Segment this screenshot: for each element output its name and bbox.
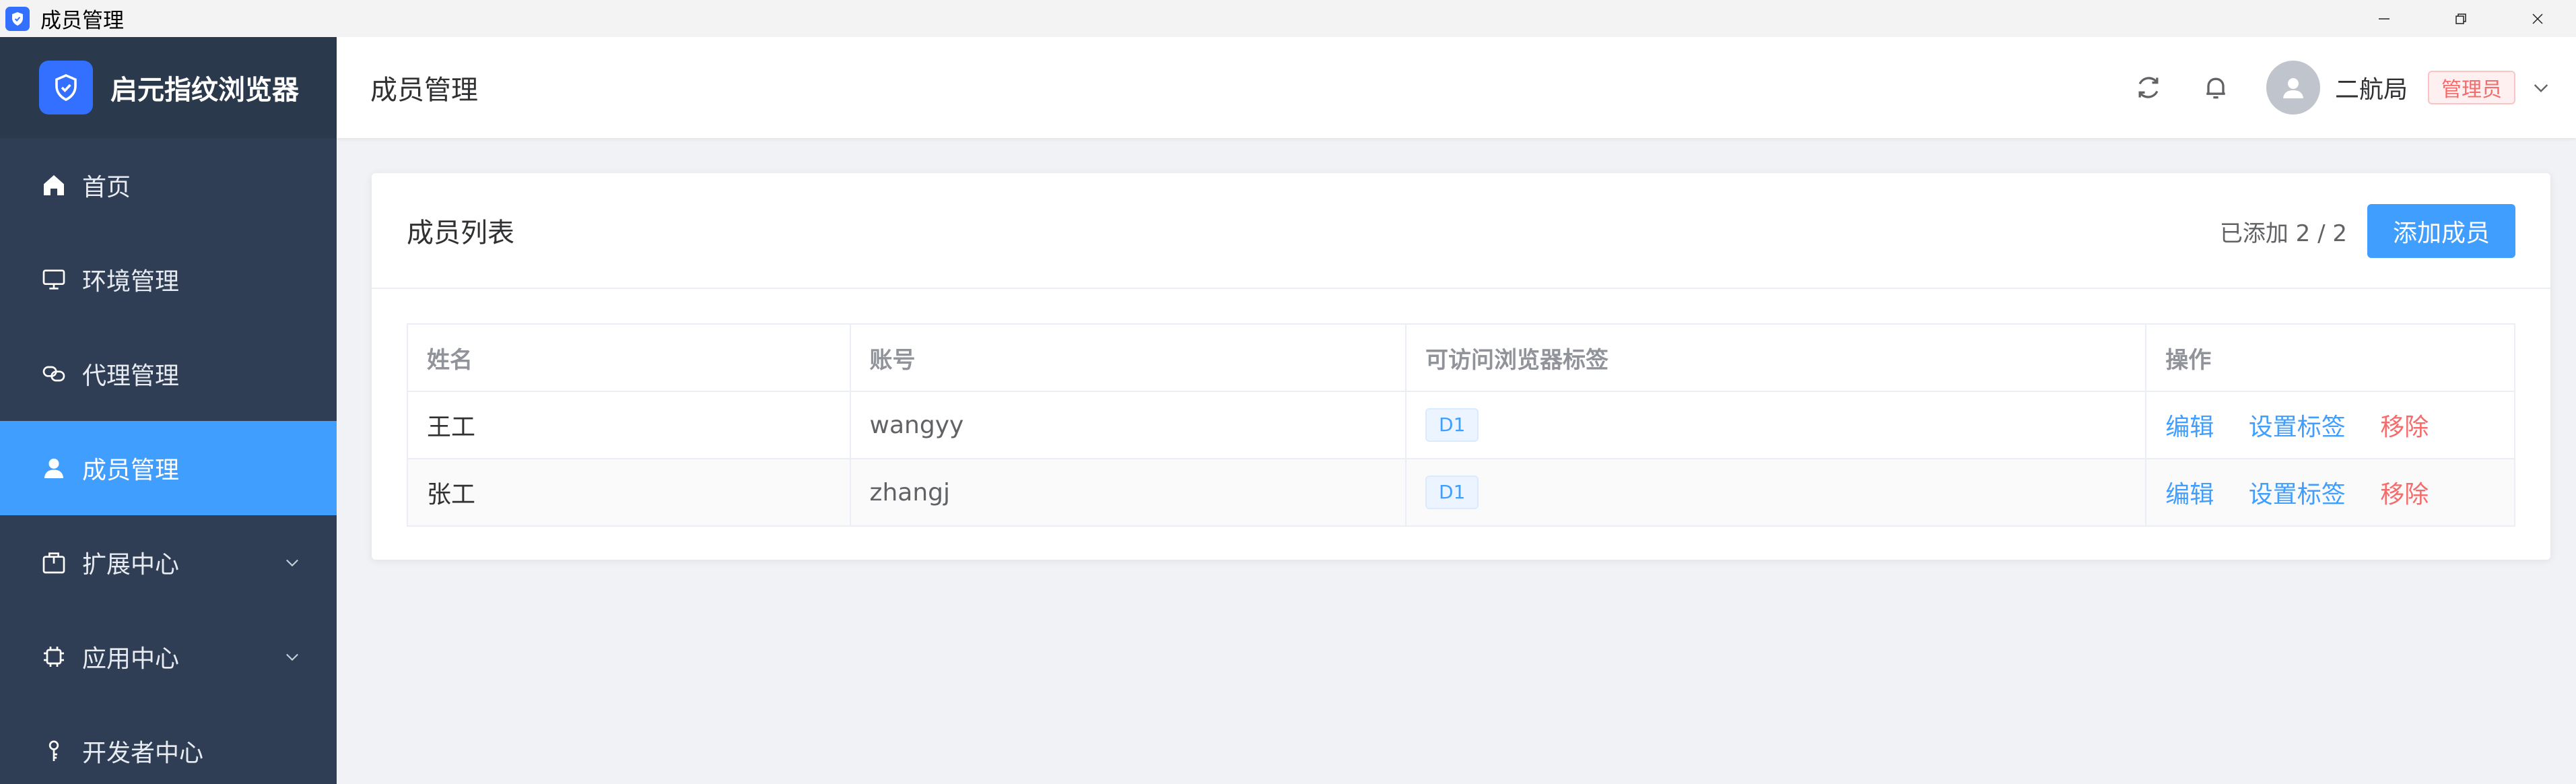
sidebar-item-apps[interactable]: 应用中心 [0,610,337,704]
chevron-down-icon[interactable] [2530,77,2552,98]
table-row: 王工 wangyy D1 编辑 设置标签 移除 [407,391,2515,459]
user-icon [39,453,69,483]
avatar[interactable] [2266,61,2320,115]
card-header: 成员列表 已添加 2 / 2 添加成员 [372,173,2550,289]
member-tags-cell: D1 [1405,391,2147,459]
card-title: 成员列表 [407,218,514,249]
member-list-card: 成员列表 已添加 2 / 2 添加成员 姓名 账号 可访问浏览器标签 操作 王工… [372,173,2550,560]
chip-icon [39,642,69,672]
bell-icon[interactable] [2199,71,2233,104]
sidebar-item-label: 代理管理 [82,362,180,390]
page-title: 成员管理 [370,75,478,106]
sidebar-item-environment[interactable]: 环境管理 [0,232,337,327]
monitor-icon [39,265,69,294]
column-header-account: 账号 [849,323,1407,392]
table-header-row: 姓名 账号 可访问浏览器标签 操作 [407,323,2515,392]
minimize-icon [2379,18,2389,20]
browser-tag: D1 [1425,476,1479,509]
window-title: 成员管理 [40,9,124,33]
sidebar-item-members[interactable]: 成员管理 [0,421,337,515]
sidebar-item-label: 环境管理 [82,268,180,296]
remove-link[interactable]: 移除 [2380,481,2429,509]
member-account: wangyy [849,391,1407,459]
set-tags-link[interactable]: 设置标签 [2249,414,2346,441]
table-row: 张工 zhangj D1 编辑 设置标签 移除 [407,458,2515,527]
member-name: 张工 [407,458,851,527]
username[interactable]: 二航局 [2335,70,2408,105]
remove-link[interactable]: 移除 [2380,414,2429,441]
member-count: 已添加 2 / 2 [2219,220,2347,247]
close-icon [2532,13,2543,24]
top-header: 成员管理 二航局 管理员 [337,37,2576,138]
sidebar-item-label: 扩展中心 [82,551,180,579]
member-table: 姓名 账号 可访问浏览器标签 操作 王工 wangyy D1 编辑 设置标签 移… [407,323,2515,527]
key-icon [39,736,69,766]
member-actions-cell: 编辑 设置标签 移除 [2145,458,2515,527]
close-button[interactable] [2499,0,2576,37]
home-icon [39,170,69,200]
add-member-button[interactable]: 添加成员 [2367,204,2515,258]
link-icon [39,359,69,389]
refresh-icon[interactable] [2132,71,2165,104]
sidebar: 启元指纹浏览器 首页 环境管理 代理管理 成员管理 扩展中心 应用中心 开发者中… [0,37,337,784]
user-avatar-icon [2282,78,2303,98]
sidebar-item-label: 开发者中心 [82,740,204,767]
sidebar-item-extensions[interactable]: 扩展中心 [0,515,337,610]
member-actions-cell: 编辑 设置标签 移除 [2145,391,2515,459]
edit-link[interactable]: 编辑 [2165,481,2214,509]
sidebar-item-label: 应用中心 [82,645,180,673]
set-tags-link[interactable]: 设置标签 [2249,481,2346,509]
brand: 启元指纹浏览器 [0,37,337,138]
edit-link[interactable]: 编辑 [2165,414,2214,441]
column-header-actions: 操作 [2145,323,2515,392]
member-tags-cell: D1 [1405,458,2147,527]
chevron-down-icon [286,559,298,567]
member-account: zhangj [849,458,1407,527]
sidebar-item-developer[interactable]: 开发者中心 [0,704,337,784]
sidebar-item-home[interactable]: 首页 [0,138,337,232]
sidebar-item-proxy[interactable]: 代理管理 [0,327,337,421]
column-header-name: 姓名 [407,323,851,392]
member-name: 王工 [407,391,851,459]
sidebar-item-label: 首页 [82,174,131,201]
role-badge: 管理员 [2428,71,2515,104]
sidebar-item-label: 成员管理 [82,457,180,484]
window-titlebar: 成员管理 [0,0,2576,37]
column-header-tags: 可访问浏览器标签 [1405,323,2147,392]
package-icon [39,548,69,577]
chevron-down-icon [286,653,298,661]
browser-tag: D1 [1425,408,1479,442]
brand-name: 启元指纹浏览器 [110,75,299,106]
minimize-button[interactable] [2346,0,2422,37]
restore-icon [2455,13,2466,24]
app-shield-icon [5,6,30,31]
restore-button[interactable] [2422,0,2499,37]
brand-shield-icon [39,61,93,115]
